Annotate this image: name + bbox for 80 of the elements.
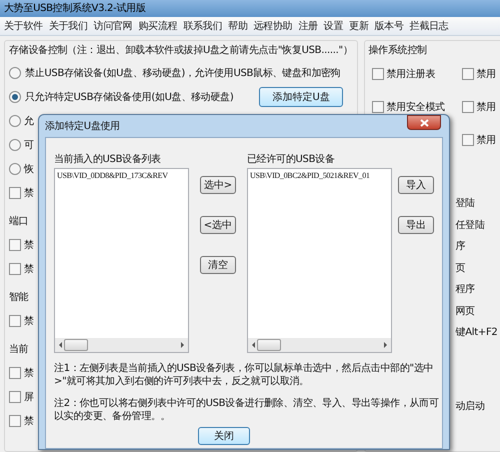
- radio-button[interactable]: [9, 91, 21, 103]
- checkbox[interactable]: [462, 100, 474, 112]
- menu-item[interactable]: 关于我们: [48, 19, 88, 33]
- horizontal-scrollbar[interactable]: [55, 338, 188, 352]
- checkbox[interactable]: [9, 415, 21, 427]
- checkbox[interactable]: [9, 187, 21, 199]
- close-icon: [420, 118, 428, 126]
- action-button[interactable]: 导出: [398, 216, 434, 234]
- checkbox-label: 禁: [24, 186, 34, 200]
- checkbox[interactable]: [9, 367, 21, 379]
- dialog-title: 添加特定U盘使用: [45, 120, 120, 133]
- menu-item[interactable]: 购买流程: [138, 19, 178, 33]
- menu-item[interactable]: 帮助: [228, 19, 248, 33]
- menu-item[interactable]: 拦截日志: [410, 19, 448, 33]
- option-label: 键Alt+F2: [456, 326, 498, 340]
- close-button[interactable]: 关闭: [198, 427, 250, 445]
- list-item[interactable]: USB\VID_0DD8&PID_173C&REV: [57, 171, 186, 180]
- checkbox[interactable]: [462, 134, 474, 146]
- radio-label: 可: [24, 139, 34, 152]
- checkbox-label: 禁用注册表: [386, 68, 436, 80]
- checkbox[interactable]: [462, 68, 474, 80]
- action-button[interactable]: 选中>: [200, 176, 236, 194]
- list-label: 已经许可的USB设备: [247, 153, 336, 167]
- checkbox-label: 屏: [24, 391, 34, 404]
- checkbox-label: 禁: [24, 262, 34, 276]
- radio-button[interactable]: [9, 67, 21, 79]
- radio-label: 允: [24, 114, 34, 128]
- option-label: 页: [456, 262, 466, 276]
- checkbox-label: 禁: [24, 314, 34, 328]
- section-title: 智能: [9, 290, 28, 304]
- group-title: 存储设备控制（注：退出、卸载本软件或拔掉U盘之前请先点击"恢复USB......"）: [9, 44, 353, 57]
- note-text: 注2：你也可以将右侧列表中许可的USB设备进行删除、清空、导入、导出等操作，从而可以实的变更、备份管理。。: [54, 397, 439, 423]
- checkbox[interactable]: [9, 315, 21, 327]
- radio-button[interactable]: [9, 163, 21, 175]
- menu-item[interactable]: 版本号: [374, 19, 404, 33]
- menu-item[interactable]: 关于软件: [4, 19, 43, 33]
- menu-item[interactable]: 联系我们: [183, 19, 222, 33]
- close-button[interactable]: [407, 115, 441, 130]
- action-button[interactable]: 导入: [398, 176, 434, 194]
- menu-item[interactable]: 更新: [349, 19, 368, 33]
- radio-button[interactable]: [9, 115, 21, 127]
- list-item[interactable]: USB\VID_0BC2&PID_5021&REV_01: [250, 171, 389, 180]
- checkbox-label: 禁: [24, 414, 34, 428]
- group-title: 操作系统控制: [368, 44, 428, 57]
- checkbox-label: 禁: [24, 238, 34, 252]
- list-label: 当前插入的USB设备列表: [54, 152, 162, 167]
- section-title: 当前: [9, 342, 28, 356]
- option-label: 任登陆: [456, 218, 486, 232]
- radio-button[interactable]: [9, 139, 21, 151]
- checkbox[interactable]: [9, 391, 21, 403]
- menu-item[interactable]: 设置: [324, 19, 344, 33]
- radio-label: 恢: [24, 162, 34, 176]
- menu-item[interactable]: 注册: [298, 19, 318, 33]
- option-label: 登陆: [456, 196, 476, 211]
- option-label: 动启动: [456, 400, 486, 414]
- device-list[interactable]: USB\VID_0BC2&PID_5021&REV_01: [247, 168, 392, 353]
- horizontal-scrollbar[interactable]: [248, 338, 391, 352]
- checkbox-label: 禁用: [476, 100, 496, 114]
- device-list[interactable]: USB\VID_0DD8&PID_173C&REV: [54, 168, 189, 353]
- action-button[interactable]: <选中: [200, 216, 236, 234]
- checkbox[interactable]: [9, 239, 21, 251]
- menu-item[interactable]: 远程协助: [253, 19, 292, 33]
- menu-item[interactable]: 访问官网: [94, 19, 132, 33]
- add-usb-button[interactable]: 添加特定U盘: [259, 87, 343, 107]
- checkbox-label: 禁用: [476, 134, 496, 146]
- note-text: 注1：左侧列表是当前插入的USB设备列表，你可以鼠标单击选中，然后点击中部的"选中>"就可将其加入到右侧的许可列表中去，反之就可以取消。: [54, 362, 434, 388]
- radio-label: 禁止USB存储设备(如U盘、移动硬盘)，允许使用USB鼠标、键盘和加密狗: [25, 66, 340, 80]
- action-button[interactable]: 清空: [200, 256, 236, 274]
- option-label: 网页: [456, 304, 476, 318]
- checkbox-label: 禁: [24, 366, 34, 380]
- checkbox[interactable]: [372, 100, 384, 112]
- checkbox-label: 禁用安全模式: [386, 100, 445, 114]
- window-title: 大势至USB控制系统V3.2-试用版: [0, 0, 500, 17]
- section-title: 端口: [9, 214, 28, 228]
- radio-label: 只允许特定USB存储设备使用(如U盘、移动硬盘): [25, 90, 234, 104]
- checkbox-label: 禁用: [476, 68, 496, 80]
- checkbox[interactable]: [372, 68, 384, 80]
- checkbox[interactable]: [9, 263, 21, 275]
- option-label: 序: [456, 240, 466, 254]
- option-label: 程序: [456, 282, 476, 297]
